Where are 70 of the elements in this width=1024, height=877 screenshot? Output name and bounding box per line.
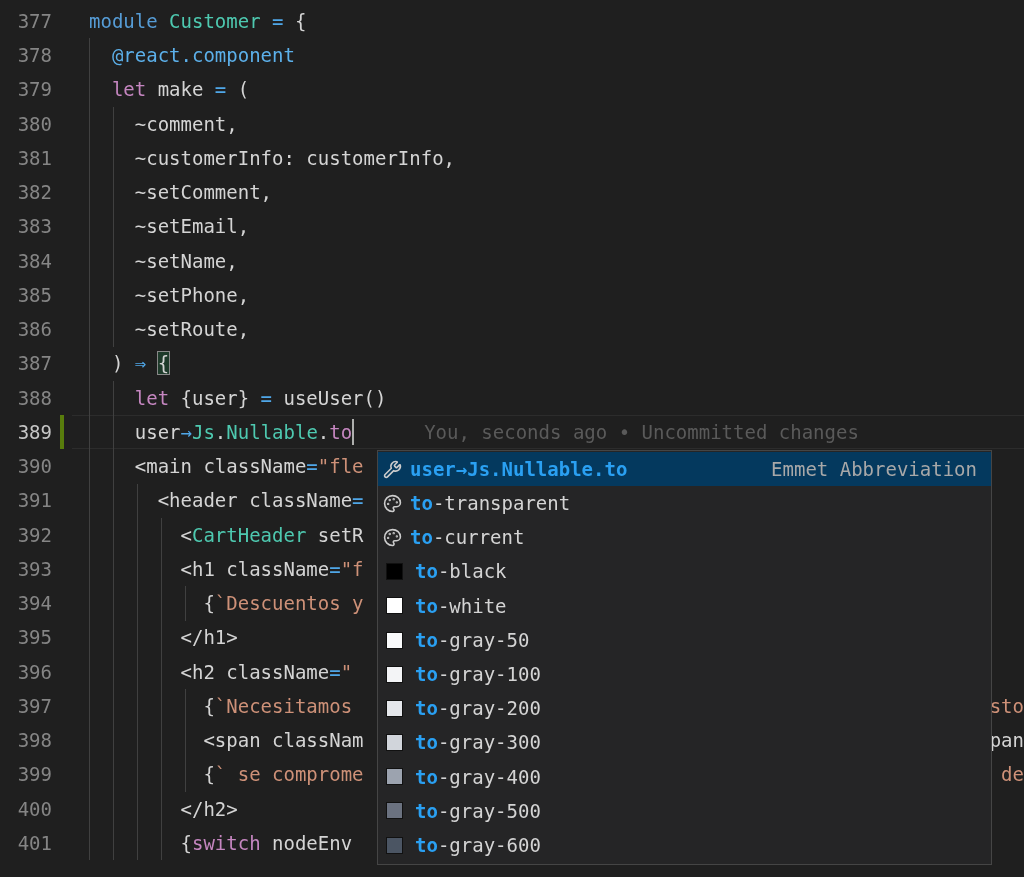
suggestion-item[interactable]: to-gray-100 bbox=[378, 657, 991, 692]
code-line: {` se comprome bbox=[202, 762, 364, 788]
line-number: 389 bbox=[16, 419, 52, 445]
line-number: 383 bbox=[16, 214, 52, 240]
code-line: </h2> bbox=[179, 796, 238, 822]
line-number: 393 bbox=[16, 556, 52, 582]
code-line: </h1> bbox=[179, 625, 238, 651]
line-number: 397 bbox=[16, 693, 52, 719]
code-line: ~setPhone, bbox=[133, 282, 250, 308]
suggestion-detail: Emmet Abbreviation bbox=[771, 456, 977, 482]
suggestion-item[interactable]: to-gray-200 bbox=[378, 691, 991, 726]
code-line: ) ⇒ { bbox=[110, 351, 170, 377]
suggestion-item[interactable]: to-white bbox=[378, 588, 991, 623]
suggestion-item[interactable]: to-black bbox=[378, 554, 991, 589]
line-number: 380 bbox=[16, 111, 52, 137]
line-number: 395 bbox=[16, 625, 52, 651]
code-line: let {user} = useUser() bbox=[133, 385, 387, 411]
code-line: user→Js.Nullable.to bbox=[133, 419, 353, 445]
code-line: ~customerInfo: customerInfo, bbox=[133, 145, 456, 171]
code-line: let make = ( bbox=[110, 77, 250, 103]
code-line: @react.component bbox=[110, 43, 295, 69]
palette-icon bbox=[383, 527, 402, 547]
suggestion-item[interactable]: to-gray-300 bbox=[378, 725, 991, 760]
line-number: 398 bbox=[16, 728, 52, 754]
line-number: 394 bbox=[16, 591, 52, 617]
code-line: {`Necesitamos bbox=[202, 693, 353, 719]
line-number: 378 bbox=[16, 43, 52, 69]
suggestion-item[interactable]: user→Js.Nullable.to Emmet Abbreviation bbox=[378, 452, 991, 487]
blame-annotation: You, seconds ago • Uncommitted changes bbox=[424, 419, 859, 445]
code-text: de bbox=[1001, 762, 1024, 788]
code-line: <main className="fle bbox=[133, 454, 364, 480]
code-line: ~setComment, bbox=[133, 180, 273, 206]
suggestion-item[interactable]: to-gray-50 bbox=[378, 622, 991, 658]
suggestion-item[interactable]: to-transparent bbox=[378, 486, 991, 521]
suggestion-item[interactable]: to-gray-500 bbox=[378, 793, 991, 829]
code-line: module Customer = { bbox=[89, 8, 307, 34]
code-line: ~comment, bbox=[133, 111, 238, 137]
line-number: 396 bbox=[16, 659, 52, 685]
code-line: <h2 className=" bbox=[179, 659, 353, 685]
palette-icon bbox=[383, 493, 402, 513]
line-number: 387 bbox=[16, 351, 52, 377]
line-number: 379 bbox=[16, 77, 52, 103]
line-number: 400 bbox=[16, 796, 52, 822]
code-line: <CartHeader setR bbox=[179, 522, 364, 548]
line-number: 401 bbox=[16, 830, 52, 856]
wrench-icon bbox=[383, 459, 402, 479]
code-line: <span classNam bbox=[202, 728, 364, 754]
suggestion-item[interactable]: to-gray-600 bbox=[378, 828, 991, 863]
code-text: sto bbox=[989, 693, 1024, 719]
code-line: {`Descuentos y bbox=[202, 591, 364, 617]
line-number: 381 bbox=[16, 145, 52, 171]
line-number: 388 bbox=[16, 385, 52, 411]
line-number: 377 bbox=[16, 8, 52, 34]
code-text: pan bbox=[989, 728, 1024, 754]
code-line: ~setRoute, bbox=[133, 317, 250, 343]
line-number: 392 bbox=[16, 522, 52, 548]
line-number: 391 bbox=[16, 488, 52, 514]
suggestion-item[interactable]: to-current bbox=[378, 520, 991, 555]
line-number: 385 bbox=[16, 282, 52, 308]
code-line: <h1 className="f bbox=[179, 556, 364, 582]
code-line: ~setName, bbox=[133, 248, 238, 274]
line-number: 399 bbox=[16, 762, 52, 788]
line-number: 382 bbox=[16, 180, 52, 206]
line-number: 386 bbox=[16, 317, 52, 343]
code-line: <header className= bbox=[156, 488, 364, 514]
code-line: ~setEmail, bbox=[133, 214, 250, 240]
suggestion-item[interactable]: to-gray-400 bbox=[378, 759, 991, 794]
code-line: {switch nodeEnv bbox=[179, 830, 353, 856]
line-number: 384 bbox=[16, 248, 52, 274]
line-number: 390 bbox=[16, 454, 52, 480]
